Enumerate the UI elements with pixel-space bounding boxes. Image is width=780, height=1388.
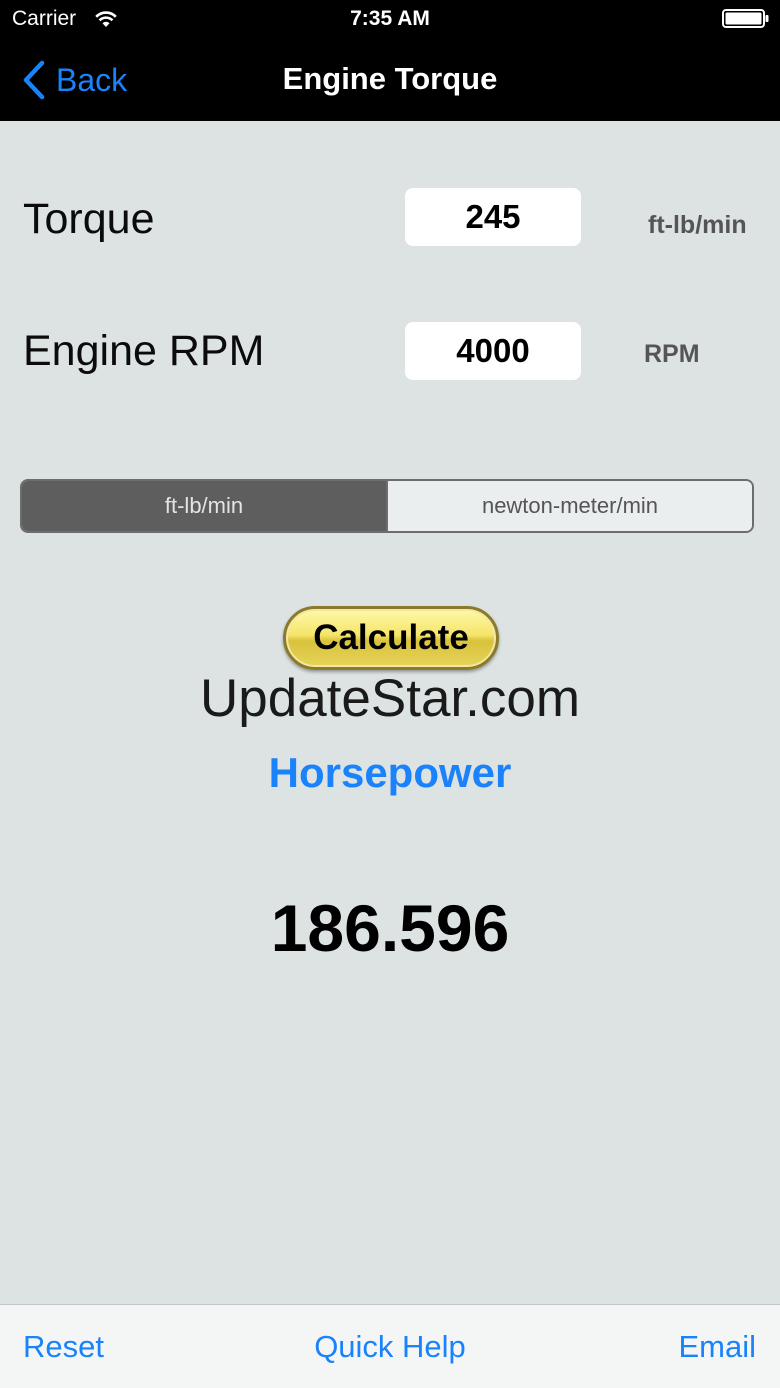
page-title: Engine Torque bbox=[282, 61, 498, 96]
navigation-bar: Carrier 7:35 AM Back Engine Torque bbox=[0, 0, 780, 121]
torque-label: Torque bbox=[23, 195, 155, 243]
rpm-input[interactable]: 4000 bbox=[405, 322, 581, 380]
rpm-label: Engine RPM bbox=[23, 327, 265, 375]
quick-help-row: Quick Help bbox=[0, 1329, 780, 1365]
torque-input[interactable]: 245 bbox=[405, 188, 581, 246]
reset-button[interactable]: Reset bbox=[23, 1329, 104, 1365]
torque-unit: ft-lb/min bbox=[648, 211, 747, 239]
email-button[interactable]: Email bbox=[678, 1329, 756, 1365]
segment-ft-lb-min[interactable]: ft-lb/min bbox=[22, 481, 386, 531]
calculate-button[interactable]: Calculate bbox=[283, 606, 499, 670]
unit-segmented-control: ft-lb/min newton-meter/min bbox=[20, 479, 754, 533]
result-label: Horsepower bbox=[268, 749, 512, 796]
result-value: 186.596 bbox=[270, 891, 510, 965]
bottom-toolbar: Reset Quick Help Email bbox=[0, 1304, 780, 1388]
segment-newton-meter-min[interactable]: newton-meter/min bbox=[386, 481, 752, 531]
status-time: 7:35 AM bbox=[350, 7, 430, 30]
battery-icon bbox=[722, 9, 770, 34]
rpm-unit: RPM bbox=[644, 340, 700, 368]
watermark: UpdateStar.com bbox=[199, 669, 581, 728]
quick-help-button[interactable]: Quick Help bbox=[314, 1329, 466, 1364]
